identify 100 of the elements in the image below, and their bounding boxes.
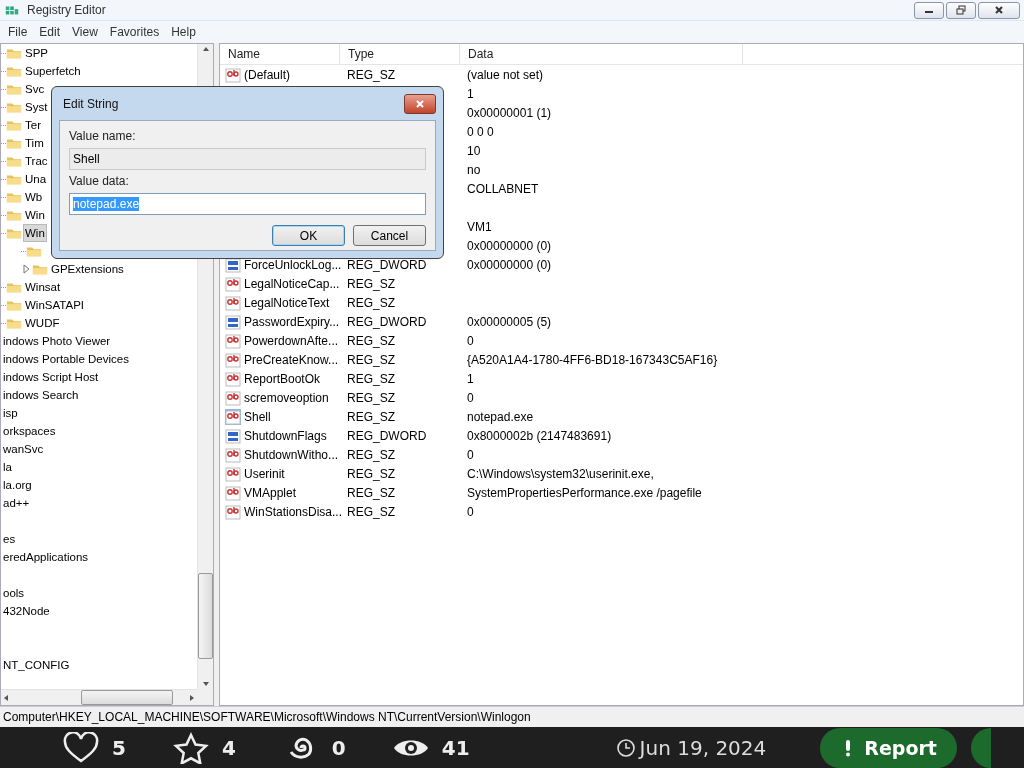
cancel-button[interactable]: Cancel	[353, 225, 426, 246]
column-header[interactable]: Type	[340, 44, 460, 64]
value-type: REG_SZ	[346, 447, 396, 462]
expand-arrow-icon[interactable]	[21, 264, 31, 274]
value-name[interactable]: WinStationsDisa...	[244, 504, 343, 519]
stat-count: 41	[441, 735, 470, 760]
tree-item[interactable]: indows Script Host	[1, 368, 101, 386]
tree-item[interactable]: Winsat	[23, 278, 63, 296]
close-icon	[994, 5, 1004, 15]
value-type: REG_DWORD	[346, 257, 428, 272]
maximize-button[interactable]	[946, 1, 976, 19]
value-name[interactable]: ForceUnlockLog...	[244, 257, 342, 272]
round-button[interactable]	[970, 727, 991, 768]
horizontal-scrollbar[interactable]	[1, 689, 197, 705]
close-button[interactable]	[978, 1, 1020, 19]
tree-item[interactable]: Win	[23, 206, 47, 224]
value-type: REG_SZ	[346, 352, 396, 367]
heart-icon[interactable]	[62, 731, 100, 764]
folder-icon	[6, 46, 22, 60]
value-data: 1	[466, 86, 475, 101]
tree-item[interactable]: WUDF	[23, 314, 62, 332]
value-name[interactable]: VMApplet	[244, 485, 297, 500]
value-type: REG_SZ	[346, 67, 396, 82]
value-name[interactable]: PasswordExpiry...	[244, 314, 340, 329]
tree-item[interactable]: isp	[1, 404, 20, 422]
tree-item[interactable]: GPExtensions	[49, 260, 126, 278]
tree-item[interactable]: Svc	[23, 80, 47, 98]
tree-item[interactable]: ad++	[1, 494, 32, 512]
value-name[interactable]: PowerdownAfte...	[244, 333, 339, 348]
value-data: no	[466, 162, 482, 177]
folder-icon	[6, 82, 22, 96]
menu-item[interactable]: Favorites	[103, 25, 166, 39]
tree-item[interactable]: es	[1, 530, 18, 548]
status-bar: Computer\HKEY_LOCAL_MACHINE\SOFTWARE\Microsoft\Windows NT\CurrentVersion\Winlogon	[0, 706, 1024, 727]
value-type: REG_SZ	[346, 295, 396, 310]
value-name[interactable]: ReportBootOk	[244, 371, 321, 386]
close-button[interactable]	[404, 93, 436, 114]
value-type: REG_SZ	[346, 466, 396, 481]
ok-button[interactable]: OK	[272, 225, 345, 246]
tree-item[interactable]: Win	[23, 224, 47, 242]
value-name[interactable]: LegalNoticeText	[244, 295, 330, 310]
star-icon[interactable]	[171, 731, 210, 764]
tree-item[interactable]: Tim	[23, 134, 46, 152]
folder-icon	[6, 154, 22, 168]
tree-item[interactable]: Una	[23, 170, 49, 188]
menu-item[interactable]: Edit	[33, 25, 67, 39]
tree-item[interactable]: la	[1, 458, 14, 476]
tree-item[interactable]: Wb	[23, 188, 45, 206]
registry-icon	[4, 3, 20, 17]
value-name[interactable]: scremoveoption	[244, 390, 329, 405]
value-type: REG_SZ	[346, 333, 396, 348]
tree-item[interactable]: Syst	[23, 98, 50, 116]
tree-item[interactable]: indows Portable Devices	[1, 350, 131, 368]
tree-item[interactable]: Ter	[23, 116, 43, 134]
value-data: SystemPropertiesPerformance.exe /pagefile	[466, 485, 703, 500]
tree-item[interactable]: WinSATAPI	[23, 296, 86, 314]
tree-item[interactable]: wanSvc	[1, 440, 46, 458]
tree-item[interactable]: Trac	[23, 152, 50, 170]
menu-item[interactable]: File	[2, 25, 34, 39]
value-name[interactable]: (Default)	[244, 67, 290, 82]
value-type: REG_SZ	[346, 409, 396, 424]
scroll-thumb[interactable]	[81, 690, 173, 705]
value-name[interactable]: Userinit	[244, 466, 285, 481]
column-header[interactable]: Name	[220, 44, 340, 64]
clock-icon	[615, 737, 636, 758]
menu-item[interactable]: Help	[165, 25, 202, 39]
folder-icon	[6, 64, 22, 78]
value-data: 1	[466, 371, 475, 386]
stat-count: 4	[221, 735, 236, 760]
minimize-button[interactable]	[914, 1, 944, 19]
tree-item[interactable]: ools	[1, 584, 27, 602]
value-type: REG_SZ	[346, 390, 396, 405]
tree-item[interactable]: Superfetch	[23, 62, 83, 80]
tree-item[interactable]: 432Node	[1, 602, 52, 620]
field-label: Value name:	[69, 129, 137, 145]
close-icon	[415, 98, 425, 109]
folder-icon	[32, 262, 48, 276]
tree-item[interactable]: indows Search	[1, 386, 81, 404]
value-name[interactable]: PreCreateKnow...	[244, 352, 339, 367]
value-data: 0x00000001 (1)	[466, 105, 553, 120]
scroll-thumb[interactable]	[198, 573, 213, 659]
folder-icon	[6, 316, 22, 330]
value-name[interactable]: LegalNoticeCap...	[244, 276, 340, 291]
tree-item[interactable]: la.org	[1, 476, 34, 494]
tree-item[interactable]: orkspaces	[1, 422, 58, 440]
value-type: REG_SZ	[346, 504, 396, 519]
folder-icon	[6, 136, 22, 150]
value-name[interactable]: Shell	[244, 409, 271, 424]
menu-item[interactable]: View	[66, 25, 104, 39]
tree-item[interactable]: NT_CONFIG	[1, 656, 72, 674]
value-name[interactable]: ShutdownFlags	[244, 428, 327, 443]
tree-item[interactable]: eredApplications	[1, 548, 91, 566]
stat-count: 0	[331, 735, 346, 760]
tree-item[interactable]: indows Photo Viewer	[1, 332, 113, 350]
report-button[interactable]: Report	[820, 727, 957, 768]
tree-item[interactable]: SPP	[23, 44, 50, 62]
value-name[interactable]: ShutdownWitho...	[244, 447, 339, 462]
value-data: 0 0 0	[466, 124, 495, 139]
column-header[interactable]: Data	[460, 44, 743, 64]
value-type: REG_DWORD	[346, 314, 428, 329]
